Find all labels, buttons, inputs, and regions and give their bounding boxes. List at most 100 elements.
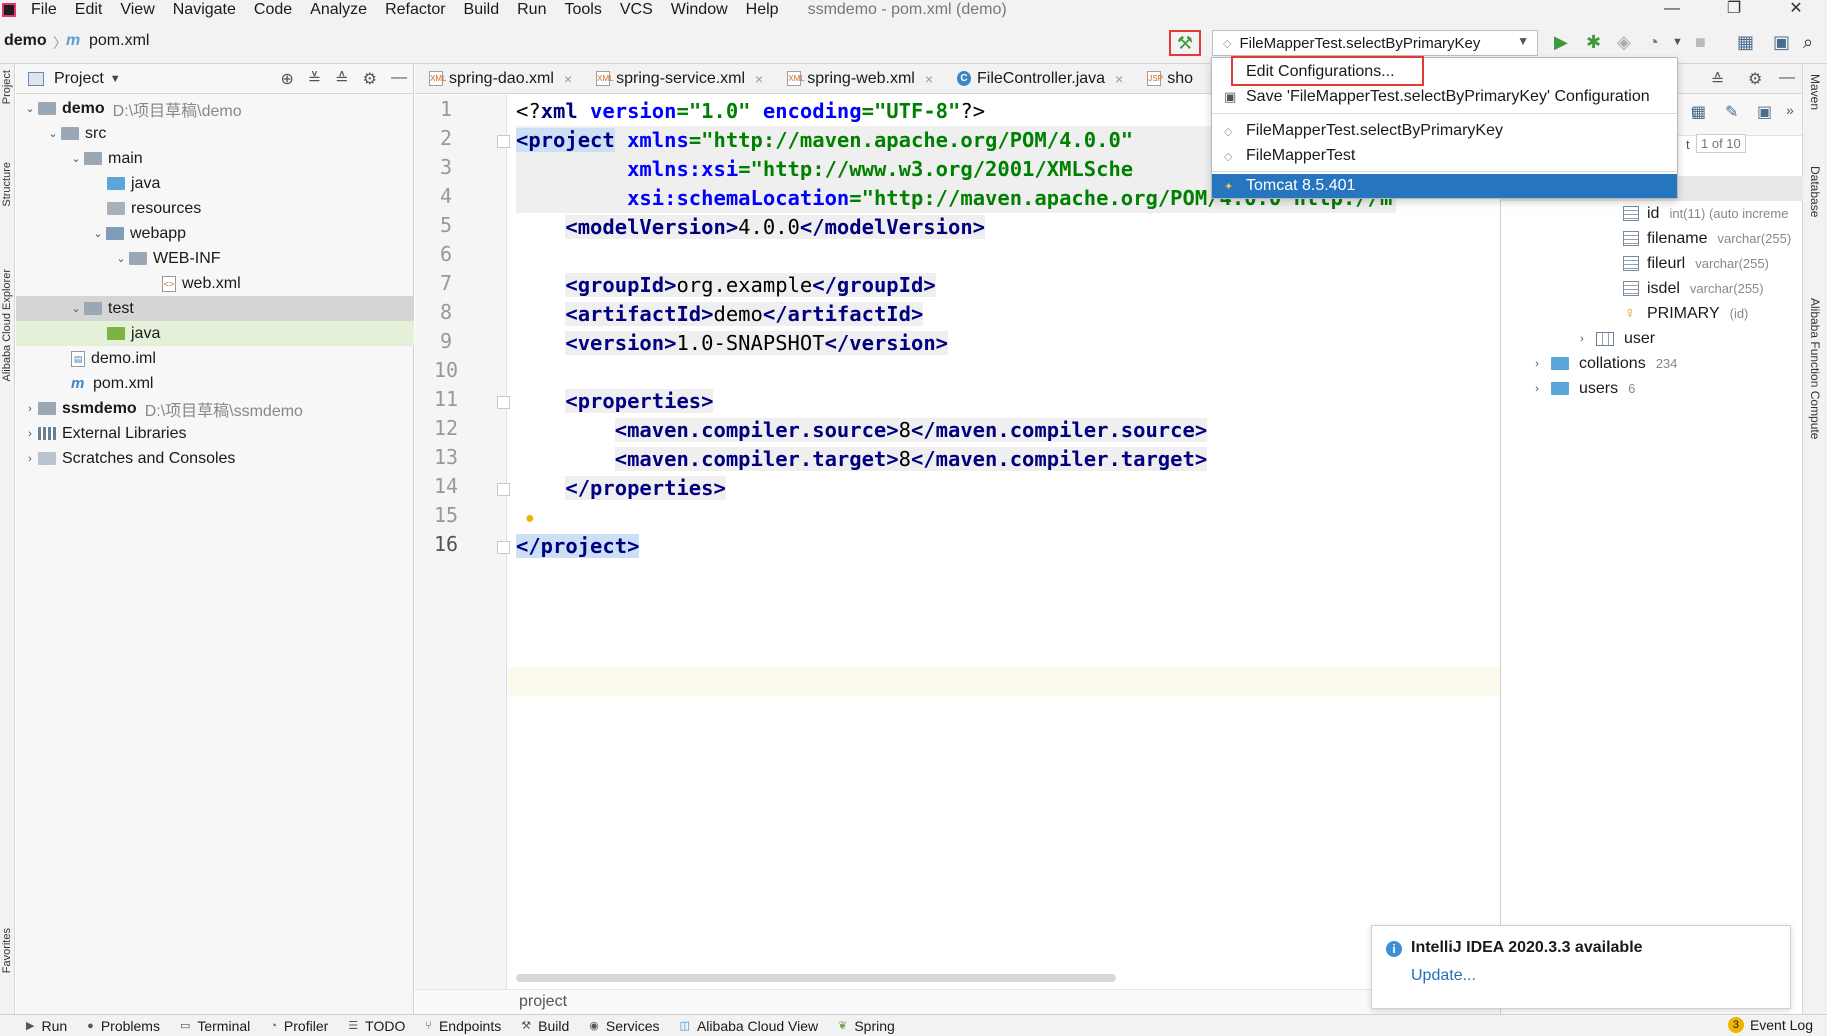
menu-analyze[interactable]: Analyze — [301, 0, 376, 20]
menu-refactor[interactable]: Refactor — [376, 0, 454, 20]
breadcrumb-file[interactable]: pom.xml — [89, 32, 149, 50]
code-line-1[interactable]: <?xml version="1.0" encoding="UTF-8"?> — [516, 97, 985, 126]
spring-tool-button[interactable]: ❦ Spring — [838, 1018, 895, 1034]
hide-icon[interactable]: — — [391, 69, 407, 89]
tree-item-scratches[interactable]: › Scratches and Consoles — [16, 446, 414, 471]
services-tool-button[interactable]: ◉ Services — [589, 1018, 659, 1034]
chevron-down-icon[interactable]: ⌄ — [113, 252, 129, 265]
code-line-13[interactable]: <maven.compiler.target>8</maven.compiler… — [516, 445, 1208, 474]
code-line-11[interactable]: <properties> — [516, 387, 714, 416]
terminal-tool-button[interactable]: ▭ Terminal — [180, 1018, 250, 1034]
fold-marker-icon[interactable] — [497, 541, 510, 554]
structure-tool-tab[interactable]: Structure — [1, 162, 13, 207]
table-grid-icon[interactable]: ▦ — [1691, 102, 1706, 122]
config-item-tomcat[interactable]: ✦ Tomcat 8.5.401 — [1212, 174, 1677, 198]
db-column-fileurl[interactable]: fileurl varchar(255) — [1501, 251, 1803, 276]
pager[interactable]: 1 of 10 — [1696, 134, 1746, 153]
code-line-8[interactable]: <artifactId>demo</artifactId> — [516, 300, 924, 329]
project-panel-title[interactable]: Project — [54, 70, 104, 88]
chevron-right-icon[interactable]: › — [1574, 333, 1590, 345]
alibaba-cloud-explorer-tab[interactable]: Alibaba Cloud Explorer — [1, 269, 13, 382]
db-folder-collations[interactable]: › collations 234 — [1501, 351, 1803, 376]
favorites-tool-tab[interactable]: Favorites — [1, 928, 13, 973]
collapse-all-icon[interactable]: ≙ — [1711, 70, 1724, 90]
tree-item-test-java[interactable]: java — [16, 321, 414, 346]
menu-navigate[interactable]: Navigate — [164, 0, 245, 20]
tab-spring-service-xml[interactable]: XML spring-service.xml × — [582, 64, 773, 93]
menu-help[interactable]: Help — [737, 0, 788, 20]
endpoints-tool-button[interactable]: ⑂ Endpoints — [425, 1018, 501, 1034]
chevron-down-icon[interactable]: ⌄ — [68, 152, 84, 165]
chevron-right-icon[interactable]: › — [1529, 358, 1545, 370]
todo-tool-button[interactable]: ☰ TODO — [348, 1018, 405, 1034]
run-configuration-selector[interactable]: ◇ FileMapperTest.selectByPrimaryKey ▼ — [1212, 30, 1538, 56]
menu-run[interactable]: Run — [508, 0, 555, 20]
chevron-down-icon[interactable]: ▼ — [110, 73, 121, 85]
maven-tool-tab[interactable]: Maven — [1808, 74, 1822, 110]
tab-spring-web-xml[interactable]: XML spring-web.xml × — [773, 64, 943, 93]
run-icon[interactable]: ▶ — [1554, 32, 1568, 52]
db-table-user[interactable]: › user — [1501, 326, 1803, 351]
problems-tool-button[interactable]: ● Problems — [87, 1018, 160, 1034]
db-column-id[interactable]: id int(11) (auto increme — [1501, 201, 1803, 226]
db-key-primary[interactable]: ♀ PRIMARY (id) — [1501, 301, 1803, 326]
horizontal-scrollbar[interactable] — [516, 974, 1116, 982]
minimize-button[interactable]: — — [1641, 0, 1703, 18]
menu-tools[interactable]: Tools — [555, 0, 610, 20]
code-line-9[interactable]: <version>1.0-SNAPSHOT</version> — [516, 329, 948, 358]
hammer-icon[interactable]: ⚒ — [1169, 30, 1201, 56]
close-window-button[interactable]: ✕ — [1765, 0, 1827, 18]
menu-vcs[interactable]: VCS — [611, 0, 662, 20]
profiler-tool-button[interactable]: ◔ Profiler — [270, 1018, 328, 1034]
update-link[interactable]: Update... — [1411, 967, 1476, 985]
tab-filecontroller-java[interactable]: C FileController.java × — [943, 64, 1133, 93]
collapse-all-icon[interactable]: ≙ — [335, 69, 348, 89]
edit-icon[interactable]: ✎ — [1725, 102, 1738, 122]
debug-icon[interactable]: ✱ — [1586, 32, 1601, 52]
profile-icon[interactable]: ◔ — [1648, 32, 1659, 52]
chevron-right-icon[interactable]: › — [22, 453, 38, 465]
profile-dropdown-icon[interactable]: ▼ — [1672, 32, 1683, 52]
project-structure-icon[interactable]: ▦ — [1737, 32, 1754, 52]
menu-window[interactable]: Window — [662, 0, 737, 20]
config-item-filemappertest[interactable]: ◇ FileMapperTest — [1212, 144, 1677, 168]
query-console-icon[interactable]: ▣ — [1757, 102, 1772, 122]
gear-icon[interactable]: ⚙ — [1748, 69, 1762, 89]
run-tool-button[interactable]: ▶ Run — [26, 1018, 67, 1034]
save-configuration-item[interactable]: ▣ Save 'FileMapperTest.selectByPrimaryKe… — [1212, 85, 1677, 109]
db-column-isdel[interactable]: isdel varchar(255) — [1501, 276, 1803, 301]
code-line-12[interactable]: <maven.compiler.source>8</maven.compiler… — [516, 416, 1208, 445]
code-line-16[interactable]: </project> — [516, 532, 640, 561]
code-line-5[interactable]: <modelVersion>4.0.0</modelVersion> — [516, 213, 986, 242]
database-tool-tab[interactable]: Database — [1808, 166, 1822, 217]
alibaba-function-compute-tab[interactable]: Alibaba Function Compute — [1808, 298, 1822, 439]
edit-configurations-item[interactable]: Edit Configurations... — [1212, 60, 1677, 84]
toggle-window-icon[interactable]: ▣ — [1773, 32, 1790, 52]
db-folder-users[interactable]: › users 6 — [1501, 376, 1803, 401]
fold-marker-icon[interactable] — [497, 396, 510, 409]
tree-item-external-libraries[interactable]: › External Libraries — [16, 421, 414, 446]
menu-edit[interactable]: Edit — [66, 0, 112, 20]
tab-jsp[interactable]: JSP sho — [1133, 64, 1203, 93]
tab-spring-dao-xml[interactable]: XML spring-dao.xml × — [415, 64, 582, 93]
tree-item-main[interactable]: ⌄ main — [16, 146, 414, 171]
chevron-down-icon[interactable]: ⌄ — [22, 102, 38, 115]
tree-item-resources[interactable]: resources — [16, 196, 414, 221]
chevron-right-icon[interactable]: › — [22, 403, 38, 415]
chevron-right-icon[interactable]: › — [22, 428, 38, 440]
code-line-7[interactable]: <groupId>org.example</groupId> — [516, 271, 936, 300]
chevron-down-icon[interactable]: ⌄ — [90, 227, 106, 240]
close-icon[interactable]: × — [1115, 71, 1123, 87]
coverage-icon[interactable]: ◈ — [1617, 32, 1631, 52]
fold-marker-icon[interactable] — [497, 135, 510, 148]
chevron-down-icon[interactable]: ⌄ — [45, 127, 61, 140]
build-tool-button[interactable]: ⚒ Build — [521, 1018, 569, 1034]
menu-code[interactable]: Code — [245, 0, 301, 20]
chevron-down-icon[interactable]: ⌄ — [68, 302, 84, 315]
project-tool-tab[interactable]: Project — [1, 70, 13, 104]
tree-item-test[interactable]: ⌄ test — [16, 296, 414, 321]
db-column-filename[interactable]: filename varchar(255) — [1501, 226, 1803, 251]
tree-item-demo-iml[interactable]: ▤ demo.iml — [16, 346, 414, 371]
more-icon[interactable]: » — [1786, 102, 1794, 118]
tree-item-web-inf[interactable]: ⌄ WEB-INF — [16, 246, 414, 271]
